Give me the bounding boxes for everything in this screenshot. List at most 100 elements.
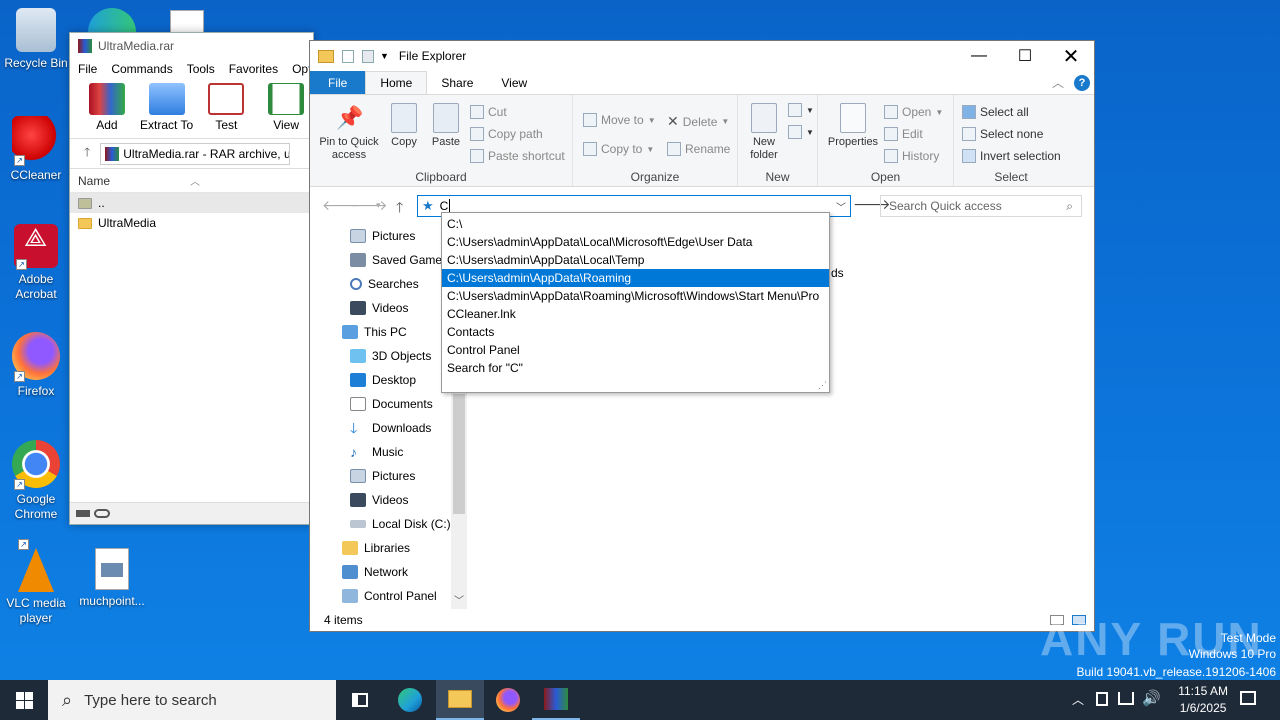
- search-placeholder: Search Quick access: [889, 199, 1002, 213]
- battery-plug-icon[interactable]: [1096, 692, 1108, 706]
- pin-to-quick-access-button[interactable]: 📌 Pin to Quick access: [314, 103, 384, 162]
- taskbar-firefox[interactable]: [484, 680, 532, 720]
- search-input[interactable]: Search Quick access ⌕: [880, 195, 1082, 217]
- menu-favorites[interactable]: Favorites: [229, 62, 278, 76]
- desktop-icon-firefox[interactable]: ↗ Firefox: [0, 332, 72, 399]
- list-item[interactable]: ..: [70, 193, 313, 213]
- nav-item-network[interactable]: Network: [310, 560, 466, 584]
- address-dropdown-icon[interactable]: ﹀: [836, 199, 846, 214]
- tab-share[interactable]: Share: [427, 71, 487, 94]
- copy-to-button[interactable]: Copy to ▼: [583, 142, 654, 156]
- autocomplete-item[interactable]: Contacts: [442, 323, 829, 341]
- new-folder-button[interactable]: New folder: [744, 103, 784, 162]
- desktop-icon-ccleaner[interactable]: ↗ CCleaner: [0, 116, 72, 183]
- properties-button[interactable]: Properties: [824, 103, 882, 149]
- quick-access-dropdown-icon[interactable]: ▼: [380, 51, 389, 61]
- desktop-icon-google-chrome[interactable]: ↗ Google Chrome: [0, 440, 72, 522]
- open-button[interactable]: Open ▼: [884, 105, 943, 119]
- forward-arrow-icon[interactable]: 🡒: [350, 197, 388, 214]
- autocomplete-item[interactable]: Control Panel: [442, 341, 829, 359]
- paste-shortcut-icon: [470, 149, 484, 163]
- collapse-ribbon-icon[interactable]: ︿: [1052, 74, 1064, 91]
- network-icon[interactable]: [1118, 692, 1134, 705]
- new-item-icon-button[interactable]: ▼: [788, 103, 814, 117]
- copy-path-button[interactable]: Copy path: [470, 127, 543, 141]
- scrollbar-thumb[interactable]: [453, 394, 465, 514]
- nav-item-pictures-pc[interactable]: Pictures: [310, 464, 466, 488]
- list-item[interactable]: UltraMedia: [70, 213, 313, 233]
- minimize-button[interactable]: —: [956, 41, 1002, 71]
- tab-view[interactable]: View: [487, 71, 541, 94]
- cut-button[interactable]: Cut: [470, 105, 507, 119]
- select-none-button[interactable]: Select none: [962, 127, 1043, 141]
- name-column-header[interactable]: Name ︿: [70, 169, 313, 193]
- taskbar-edge[interactable]: [386, 680, 434, 720]
- autocomplete-item[interactable]: C:\Users\admin\AppData\Local\Microsoft\E…: [442, 233, 829, 251]
- desktop-icon-muchpoint[interactable]: muchpoint...: [76, 548, 148, 609]
- paste-button[interactable]: Paste: [428, 103, 464, 149]
- desktop-icon-adobe-acrobat[interactable]: ⟁ ↗ Adobe Acrobat: [0, 224, 72, 302]
- resize-grip-icon[interactable]: ⋰: [818, 380, 827, 391]
- winrar-titlebar[interactable]: UltraMedia.rar: [70, 33, 313, 59]
- history-button[interactable]: History: [884, 149, 939, 163]
- nav-item-libraries[interactable]: Libraries: [310, 536, 466, 560]
- copy-button[interactable]: Copy: [386, 103, 422, 149]
- desktop-icon-vlc[interactable]: ↗ VLC media player: [0, 539, 72, 626]
- autocomplete-item[interactable]: CCleaner.lnk: [442, 305, 829, 323]
- winrar-window[interactable]: UltraMedia.rar File Commands Tools Favor…: [69, 32, 314, 525]
- start-button[interactable]: [0, 680, 48, 720]
- test-button[interactable]: Test: [200, 83, 254, 132]
- paste-clipboard-icon: [433, 103, 459, 133]
- close-button[interactable]: ✕: [1048, 41, 1094, 71]
- up-arrow-icon[interactable]: 🡑: [396, 197, 403, 221]
- add-button[interactable]: Add: [80, 83, 134, 132]
- nav-item-local-disk[interactable]: Local Disk (C:): [310, 512, 466, 536]
- menu-commands[interactable]: Commands: [111, 62, 172, 76]
- edge-desktop-icon-partial[interactable]: [88, 8, 136, 34]
- desktop-icon-label: Firefox: [17, 384, 55, 398]
- help-icon[interactable]: ?: [1074, 74, 1090, 91]
- autocomplete-item-selected[interactable]: C:\Users\admin\AppData\Roaming: [442, 269, 829, 287]
- show-hidden-icons-chevron[interactable]: ︿: [1072, 691, 1084, 708]
- system-clock[interactable]: 11:15 AM 1/6/2025: [1178, 683, 1228, 717]
- nav-item-music[interactable]: ♪ Music: [310, 440, 466, 464]
- taskbar-file-explorer[interactable]: [436, 680, 484, 720]
- invert-selection-button[interactable]: Invert selection: [962, 149, 1061, 163]
- autocomplete-item[interactable]: Search for "C": [442, 359, 829, 377]
- taskbar-search-box[interactable]: ⌕ Type here to search: [48, 680, 336, 720]
- recent-dropdown-icon[interactable]: ▾: [376, 200, 381, 211]
- nav-item-documents[interactable]: Documents: [310, 392, 466, 416]
- volume-icon[interactable]: 🔊: [1142, 689, 1161, 707]
- archive-path[interactable]: UltraMedia.rar - RAR archive, u: [100, 142, 291, 165]
- autocomplete-item[interactable]: C:\: [442, 215, 829, 233]
- extract-to-button[interactable]: Extract To: [140, 83, 194, 132]
- desktop-icon-recycle-bin[interactable]: Recycle Bin: [0, 8, 72, 71]
- delete-button[interactable]: ✕ Delete ▼: [667, 113, 729, 130]
- paste-shortcut-button[interactable]: Paste shortcut: [470, 149, 565, 163]
- nav-item-control-panel[interactable]: Control Panel: [310, 584, 466, 608]
- move-to-button[interactable]: Move to ▼: [583, 113, 656, 127]
- taskbar-winrar[interactable]: [532, 680, 580, 720]
- quick-access-newfolder-icon[interactable]: [362, 49, 374, 63]
- tab-home[interactable]: Home: [365, 71, 428, 94]
- nav-item-videos-pc[interactable]: Videos: [310, 488, 466, 512]
- quick-access-properties-icon[interactable]: [342, 49, 354, 63]
- view-button[interactable]: View: [259, 83, 313, 132]
- menu-tools[interactable]: Tools: [187, 62, 215, 76]
- easy-access-icon-button[interactable]: ▼: [788, 125, 814, 139]
- notification-center-icon[interactable]: [1240, 691, 1256, 705]
- scroll-down-icon[interactable]: ﹀: [454, 592, 464, 607]
- maximize-button[interactable]: ☐: [1002, 41, 1048, 71]
- autocomplete-item[interactable]: C:\Users\admin\AppData\Local\Temp: [442, 251, 829, 269]
- tab-file[interactable]: File: [310, 71, 366, 94]
- name-column-label: Name: [78, 173, 111, 188]
- edit-button[interactable]: Edit: [884, 127, 923, 141]
- menu-file[interactable]: File: [78, 62, 97, 76]
- up-arrow-icon[interactable]: 🡑: [84, 143, 90, 164]
- task-view-button[interactable]: [336, 680, 384, 720]
- nav-item-downloads[interactable]: 🡓 Downloads: [310, 416, 466, 440]
- file-desktop-icon-partial[interactable]: [170, 10, 204, 34]
- rename-button[interactable]: Rename: [667, 142, 730, 156]
- select-all-button[interactable]: Select all: [962, 105, 1029, 119]
- autocomplete-item[interactable]: C:\Users\admin\AppData\Roaming\Microsoft…: [442, 287, 829, 305]
